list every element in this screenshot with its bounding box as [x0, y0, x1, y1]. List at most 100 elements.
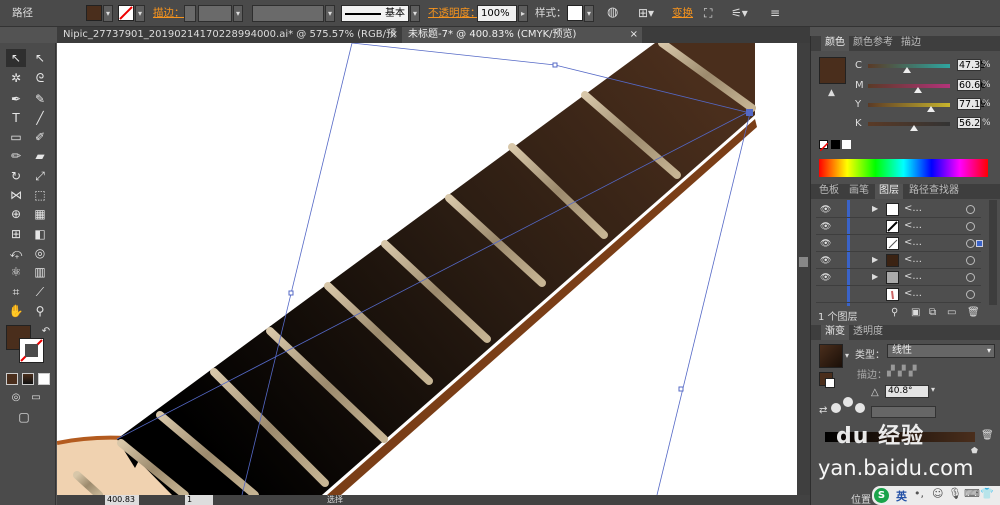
eye-icon[interactable]: 👁	[820, 273, 831, 283]
shape-builder-tool-icon[interactable]: ⊕	[6, 205, 26, 223]
slider-marker[interactable]	[927, 106, 936, 112]
free-transform-tool-icon[interactable]: ⬚	[30, 186, 50, 204]
style-dropdown-icon[interactable]: ▾	[584, 5, 594, 22]
layer-row[interactable]: 👁 ▶ <...	[816, 253, 981, 269]
layer-name[interactable]: <...	[904, 220, 922, 231]
channel-k-value[interactable]: 56.2	[957, 117, 981, 129]
channel-y-value[interactable]: 77.19	[957, 98, 986, 110]
eye-icon[interactable]: 👁	[820, 222, 831, 232]
voice-icon[interactable]: 🎙	[948, 487, 962, 500]
paintbrush-tool-icon[interactable]: ✐	[30, 128, 50, 146]
stroke-color-box[interactable]	[19, 338, 44, 363]
target-icon[interactable]	[966, 256, 975, 265]
gradient-stop-icon[interactable]: ⬟	[971, 446, 978, 455]
gradient-mode-icon[interactable]	[22, 373, 34, 385]
slider-marker[interactable]	[913, 87, 922, 93]
blend-tool-icon[interactable]: ◎	[30, 244, 50, 262]
black-swatch[interactable]	[831, 140, 840, 149]
new-sublayer-icon[interactable]: ⧉	[929, 307, 936, 318]
artboard-tool-icon[interactable]: ⌗	[6, 283, 26, 301]
anchor-point[interactable]	[552, 62, 558, 68]
layer-row[interactable]: 👁 <...	[816, 219, 981, 235]
selection-tool-icon[interactable]: ↖	[6, 49, 26, 67]
layer-name[interactable]: <...	[904, 288, 922, 299]
eraser-tool-icon[interactable]: ▰	[30, 147, 50, 165]
stroke-weight-field[interactable]	[198, 5, 232, 22]
none-mode-icon[interactable]	[38, 373, 50, 385]
variable-width-dropdown-icon[interactable]: ▾	[325, 5, 335, 22]
draw-normal-icon[interactable]: ◎	[6, 389, 26, 407]
out-of-gamut-icon[interactable]: ▲	[828, 88, 835, 98]
layer-name[interactable]: <...	[904, 271, 922, 282]
angle-dropdown-icon[interactable]: ▾	[931, 385, 935, 394]
layer-row[interactable]: <...	[816, 287, 981, 303]
brush-dropdown-icon[interactable]: ▾	[410, 5, 420, 22]
style-swatch[interactable]	[567, 5, 583, 21]
anchor-point[interactable]	[288, 290, 294, 296]
target-icon[interactable]	[966, 239, 975, 248]
align-icon[interactable]: ⊞▾	[638, 4, 654, 22]
eyedropper-tool-icon[interactable]: ⤽	[6, 244, 26, 262]
eye-icon[interactable]: 👁	[820, 205, 831, 215]
tab-color-guide[interactable]: 颜色参考	[849, 36, 897, 51]
tab-transparency[interactable]: 透明度	[849, 325, 887, 340]
tab-untitled-7[interactable]: 未标题-7* @ 400.83% (CMYK/预览) ×	[402, 27, 642, 43]
magic-wand-tool-icon[interactable]: ✲	[6, 69, 26, 87]
stroke-gradient-options-icon[interactable]: ▞ ▞ ▞	[887, 366, 916, 377]
change-screen-mode-icon[interactable]: ▢	[14, 408, 34, 426]
eye-icon[interactable]: 👁	[820, 256, 831, 266]
variable-width-field[interactable]	[252, 5, 324, 22]
stroke-stepper[interactable]	[184, 5, 196, 22]
keyboard-icon[interactable]: ⌨	[964, 487, 980, 500]
rotate-tool-icon[interactable]: ↻	[6, 167, 26, 185]
recolor-icon[interactable]: ◍	[607, 4, 618, 22]
color-spectrum-bar[interactable]	[819, 159, 988, 177]
color-fill-preview[interactable]	[819, 57, 846, 84]
line-tool-icon[interactable]: ╱	[30, 109, 50, 127]
screen-mode-icon[interactable]: ▭	[26, 389, 46, 407]
layer-row[interactable]: 👁 <...	[816, 236, 983, 252]
layer-name[interactable]: <...	[904, 237, 922, 248]
ime-lang-toggle[interactable]: 英	[896, 488, 907, 504]
layer-row[interactable]: 👁 ▶ <...	[816, 270, 981, 286]
symbol-sprayer-tool-icon[interactable]: ⚛	[6, 263, 26, 281]
column-graph-tool-icon[interactable]: ▥	[30, 263, 50, 281]
close-icon[interactable]: ×	[390, 27, 398, 42]
direct-selection-tool-icon[interactable]: ↖	[30, 49, 50, 67]
tab-brushes[interactable]: 画笔	[845, 184, 873, 199]
rectangle-tool-icon[interactable]: ▭	[6, 128, 26, 146]
opacity-dropdown-icon[interactable]: ▸	[518, 5, 528, 22]
channel-c-value[interactable]: 47.35	[957, 59, 986, 71]
fill-swatch[interactable]	[86, 5, 102, 21]
emoji-icon[interactable]: ☺	[932, 487, 943, 500]
stroke-weight-dropdown-icon[interactable]: ▾	[233, 5, 243, 22]
target-icon[interactable]	[966, 290, 975, 299]
selection-indicator[interactable]	[976, 240, 983, 247]
slider-marker[interactable]	[910, 125, 919, 131]
zoom-tool-icon[interactable]: ⚲	[30, 302, 50, 320]
gradient-tool-icon[interactable]: ◧	[30, 225, 50, 243]
channel-c-slider[interactable]	[868, 64, 950, 73]
pencil-tool-icon[interactable]: ✏	[6, 147, 26, 165]
none-swatch[interactable]	[819, 140, 829, 152]
lasso-tool-icon[interactable]: ᘓ	[30, 69, 50, 87]
target-icon[interactable]	[966, 222, 975, 231]
skin-icon[interactable]: 👕	[980, 487, 994, 500]
fill-dropdown-icon[interactable]: ▾	[103, 5, 113, 22]
curvature-tool-icon[interactable]: ✎	[30, 90, 50, 108]
type-tool-icon[interactable]: T	[6, 109, 26, 127]
anchor-point[interactable]	[746, 109, 753, 116]
punctuation-icon[interactable]: •,	[914, 487, 924, 500]
isolate-icon[interactable]: ⛶	[704, 4, 712, 22]
eye-icon[interactable]: 👁	[820, 239, 831, 249]
white-swatch[interactable]	[842, 140, 851, 149]
stroke-dropdown-icon[interactable]: ▾	[135, 5, 145, 22]
zoom-field[interactable]: 400.83	[105, 495, 139, 505]
mesh-tool-icon[interactable]: ⊞	[6, 225, 26, 243]
gradient-preview-swatch[interactable]	[819, 344, 843, 368]
gradient-preset-dropdown-icon[interactable]: ▾	[845, 351, 849, 360]
layer-row[interactable]: 👁 ▶ <...	[816, 202, 981, 218]
tab-stroke[interactable]: 描边	[897, 36, 925, 51]
stroke-none-swatch[interactable]	[118, 5, 134, 21]
gradient-stroke-swatch-back[interactable]	[825, 378, 835, 388]
